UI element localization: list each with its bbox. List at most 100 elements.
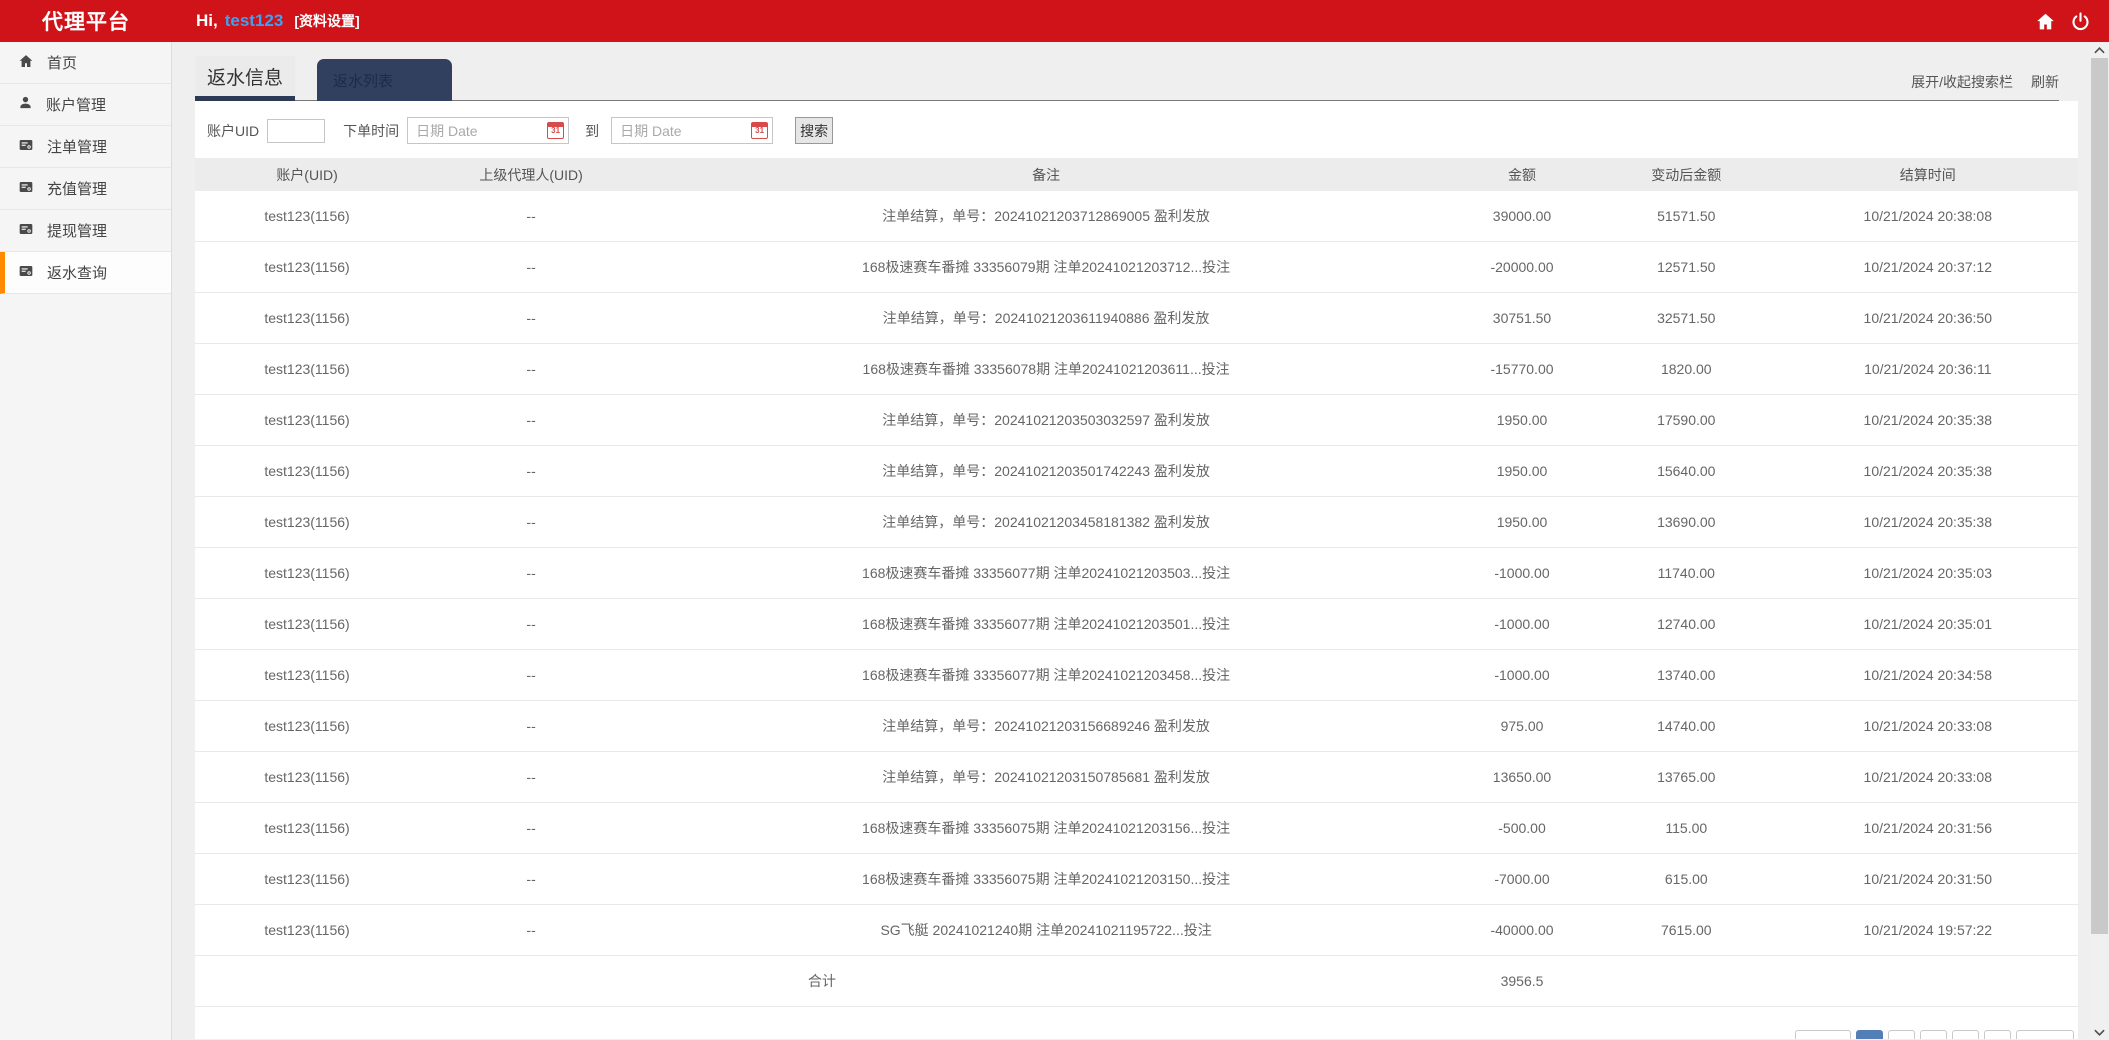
col-after-amount: 变动后金额: [1595, 165, 1778, 185]
cell-account: test123(1156): [195, 514, 419, 530]
user-greeting: Hi, test123 [资料设置]: [196, 11, 360, 31]
cell-account: test123(1156): [195, 259, 419, 275]
cell-amount: 39000.00: [1449, 208, 1595, 224]
home-icon: [18, 53, 34, 73]
cell-amount: -1000.00: [1449, 667, 1595, 683]
calendar-icon[interactable]: 31: [547, 122, 564, 139]
cell-time: 10/21/2024 20:38:08: [1778, 208, 2078, 224]
toggle-search-bar-link[interactable]: 展开/收起搜索栏: [1911, 72, 2013, 92]
cell-remark: 168极速赛车番摊 33356077期 注单20241021203501...投…: [643, 614, 1449, 634]
cell-amount: 1950.00: [1449, 463, 1595, 479]
cell-time: 10/21/2024 20:35:38: [1778, 412, 2078, 428]
sidebar-item-rebate-query[interactable]: 返水查询: [0, 252, 171, 294]
app-logo: 代理平台: [0, 6, 172, 36]
sidebar-item-label: 充值管理: [47, 178, 107, 199]
cell-after: 13740.00: [1595, 667, 1778, 683]
cell-account: test123(1156): [195, 208, 419, 224]
cell-account: test123(1156): [195, 361, 419, 377]
sidebar-item-accounts[interactable]: 账户管理: [0, 84, 171, 126]
home-icon[interactable]: [2035, 11, 2056, 32]
page-button[interactable]: [1888, 1030, 1915, 1039]
cell-account: test123(1156): [195, 820, 419, 836]
cell-amount: 1950.00: [1449, 514, 1595, 530]
tab-bar: 返水信息 返水列表 展开/收起搜索栏 刷新: [195, 42, 2059, 101]
table-row: test123(1156)--168极速赛车番摊 33356075期 注单202…: [195, 854, 2078, 905]
sidebar-item-label: 返水查询: [47, 262, 107, 283]
page-button[interactable]: [1984, 1030, 2011, 1039]
logout-power-icon[interactable]: [2070, 11, 2091, 32]
cell-agent: --: [419, 310, 643, 326]
total-label: 合计: [195, 971, 1449, 991]
toolbar-links: 展开/收起搜索栏 刷新: [1911, 72, 2059, 92]
cell-time: 10/21/2024 20:35:01: [1778, 616, 2078, 632]
agent-platform-app: 代理平台 Hi, test123 [资料设置] 首页 账户管理 注单管理: [0, 0, 2109, 1040]
sidebar-item-home[interactable]: 首页: [0, 42, 171, 84]
cell-time: 10/21/2024 20:35:03: [1778, 565, 2078, 581]
total-amount: 3956.5: [1449, 973, 1595, 989]
cell-account: test123(1156): [195, 922, 419, 938]
cell-account: test123(1156): [195, 667, 419, 683]
cell-time: 10/21/2024 20:35:38: [1778, 463, 2078, 479]
cell-remark: 注单结算，单号：20241021203712869005 盈利发放: [643, 206, 1449, 226]
order-time-label: 下单时间: [343, 121, 399, 141]
tab-rebate-info[interactable]: 返水信息: [195, 56, 295, 101]
cell-amount: -40000.00: [1449, 922, 1595, 938]
cell-remark: 注单结算，单号：20241021203503032597 盈利发放: [643, 410, 1449, 430]
search-button[interactable]: 搜索: [795, 117, 833, 144]
cell-time: 10/21/2024 20:35:38: [1778, 514, 2078, 530]
cell-after: 13765.00: [1595, 769, 1778, 785]
sidebar-item-withdraw[interactable]: 提现管理: [0, 210, 171, 252]
cell-after: 12740.00: [1595, 616, 1778, 632]
col-remark: 备注: [643, 165, 1449, 185]
sidebar-item-deposit[interactable]: 充值管理: [0, 168, 171, 210]
uid-input[interactable]: [267, 119, 325, 143]
to-label: 到: [585, 121, 599, 141]
cell-remark: 168极速赛车番摊 33356078期 注单20241021203611...投…: [643, 359, 1449, 379]
cell-after: 115.00: [1595, 820, 1778, 836]
top-header: 代理平台 Hi, test123 [资料设置]: [0, 0, 2109, 42]
cell-agent: --: [419, 259, 643, 275]
orders-icon: [18, 137, 34, 157]
page-button-active[interactable]: [1856, 1030, 1883, 1039]
scroll-up-icon[interactable]: [2090, 42, 2109, 58]
cell-account: test123(1156): [195, 718, 419, 734]
cell-after: 14740.00: [1595, 718, 1778, 734]
deposit-icon: [18, 179, 34, 199]
cell-account: test123(1156): [195, 463, 419, 479]
tab-rebate-list[interactable]: 返水列表: [317, 59, 452, 101]
date-to-wrap: 31: [611, 117, 773, 144]
profile-settings-link[interactable]: [资料设置]: [294, 11, 359, 31]
uid-label: 账户UID: [207, 121, 259, 141]
pagination: [1795, 1030, 2074, 1039]
vertical-scrollbar[interactable]: [2090, 42, 2109, 1040]
col-settle-time: 结算时间: [1778, 165, 2078, 185]
cell-after: 615.00: [1595, 871, 1778, 887]
calendar-icon[interactable]: 31: [751, 122, 768, 139]
cell-agent: --: [419, 769, 643, 785]
scroll-down-icon[interactable]: [2090, 1024, 2109, 1040]
cell-amount: -500.00: [1449, 820, 1595, 836]
prev-page-button[interactable]: [1795, 1030, 1851, 1039]
sidebar-item-label: 首页: [47, 52, 77, 73]
cell-account: test123(1156): [195, 871, 419, 887]
sidebar-item-orders[interactable]: 注单管理: [0, 126, 171, 168]
table-row: test123(1156)--注单结算，单号：20241021203611940…: [195, 293, 2078, 344]
main-content: 返水信息 返水列表 展开/收起搜索栏 刷新 账户UID 下单时间 31 到: [173, 42, 2090, 1040]
cell-agent: --: [419, 820, 643, 836]
table-row: test123(1156)--168极速赛车番摊 33356075期 注单202…: [195, 803, 2078, 854]
sidebar-item-label: 提现管理: [47, 220, 107, 241]
next-page-button[interactable]: [2016, 1030, 2074, 1039]
cell-agent: --: [419, 208, 643, 224]
cell-after: 32571.50: [1595, 310, 1778, 326]
cell-time: 10/21/2024 20:37:12: [1778, 259, 2078, 275]
refresh-link[interactable]: 刷新: [2031, 72, 2059, 92]
page-button[interactable]: [1920, 1030, 1947, 1039]
date-to-input[interactable]: [611, 117, 773, 144]
scrollbar-thumb[interactable]: [2091, 58, 2108, 934]
cell-after: 7615.00: [1595, 922, 1778, 938]
table-row: test123(1156)--168极速赛车番摊 33356079期 注单202…: [195, 242, 2078, 293]
page-button[interactable]: [1952, 1030, 1979, 1039]
date-from-input[interactable]: [407, 117, 569, 144]
search-bar: 账户UID 下单时间 31 到 31 搜索: [195, 101, 2078, 158]
table-body: test123(1156)--注单结算，单号：20241021203712869…: [195, 191, 2078, 956]
